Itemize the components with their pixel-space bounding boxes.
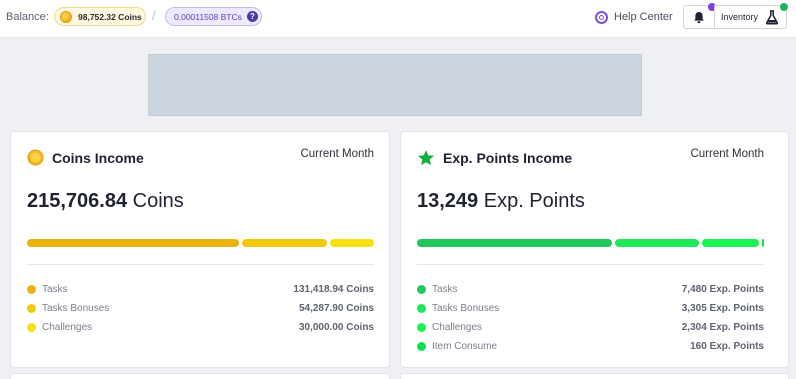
coins-income-card: Coins Income Current Month 215,706.84 Co… xyxy=(10,131,390,368)
coins-balance-value: 98,752.32 Coins xyxy=(78,11,142,22)
exp-progress-bar xyxy=(417,239,764,247)
row-label: Challenges xyxy=(42,322,93,333)
list-item: Tasks 7,480 Exp. Points xyxy=(417,280,764,299)
exp-bar-segment-item-consume xyxy=(762,239,764,247)
exp-period-label: Current Month xyxy=(690,148,764,160)
coins-total-value: 215,706.84 xyxy=(27,190,128,212)
lifebuoy-icon xyxy=(595,10,608,24)
next-card-edge xyxy=(10,373,390,379)
coins-bar-segment-bonuses xyxy=(242,239,327,247)
inventory-button[interactable]: Inventory xyxy=(714,5,787,29)
row-value: 2,304 Exp. Points xyxy=(681,322,764,333)
exp-total: 13,249 Exp. Points xyxy=(417,190,585,213)
row-label: Item Consume xyxy=(432,341,498,352)
inventory-badge xyxy=(780,3,788,11)
row-value: 30,000.00 Coins xyxy=(298,322,374,333)
top-bar: Balance: 98,752.32 Coins / 0.00011508 BT… xyxy=(0,0,796,38)
row-label: Tasks Bonuses xyxy=(432,303,500,314)
coins-progress-bar xyxy=(27,239,374,247)
help-center-link[interactable]: Help Center xyxy=(595,9,673,25)
row-value: 160 Exp. Points xyxy=(690,341,764,352)
bullet-dot xyxy=(417,285,426,294)
inventory-label: Inventory xyxy=(721,12,759,22)
star-icon xyxy=(418,150,434,166)
exp-bar-segment-challenges xyxy=(702,239,759,247)
exp-total-unit: Exp. Points xyxy=(483,190,585,212)
banner-placeholder xyxy=(148,54,642,116)
exp-income-card: Exp. Points Income Current Month 13,249 … xyxy=(400,131,789,368)
coins-total: 215,706.84 Coins xyxy=(27,190,184,213)
exp-total-value: 13,249 xyxy=(417,190,479,212)
list-item: Challenges 2,304 Exp. Points xyxy=(417,318,764,337)
row-label: Tasks xyxy=(42,284,68,295)
balance-label: Balance: xyxy=(6,11,49,23)
exp-breakdown-list: Tasks 7,480 Exp. Points Tasks Bonuses 3,… xyxy=(417,280,764,356)
coins-income-header: Coins Income xyxy=(27,149,144,166)
exp-bar-segment-tasks xyxy=(417,239,613,247)
coins-bar-segment-challenges xyxy=(330,239,374,247)
bullet-dot xyxy=(417,323,426,332)
coins-period-label: Current Month xyxy=(300,148,374,160)
list-item: Tasks 131,418.94 Coins xyxy=(27,280,374,299)
exp-income-title: Exp. Points Income xyxy=(443,150,573,166)
exp-bar-segment-bonuses xyxy=(615,239,700,247)
bullet-dot xyxy=(27,285,36,294)
coins-balance-pill[interactable]: 98,752.32 Coins xyxy=(54,7,146,26)
row-value: 3,305 Exp. Points xyxy=(681,303,764,314)
row-label: Tasks xyxy=(432,284,458,295)
row-label: Challenges xyxy=(432,322,483,333)
list-item: Tasks Bonuses 54,287.90 Coins xyxy=(27,299,374,318)
bullet-dot xyxy=(417,342,426,351)
row-value: 54,287.90 Coins xyxy=(298,303,374,314)
list-item: Tasks Bonuses 3,305 Exp. Points xyxy=(417,299,764,318)
question-icon[interactable]: ? xyxy=(246,11,258,22)
bullet-dot xyxy=(417,304,426,313)
help-center-label: Help Center xyxy=(614,11,673,23)
list-item: Item Consume 160 Exp. Points xyxy=(417,337,764,356)
list-item: Challenges 30,000.00 Coins xyxy=(27,318,374,337)
btc-balance-value: 0.00011508 BTCs xyxy=(174,11,242,22)
next-card-edge xyxy=(400,373,789,379)
coins-bar-segment-tasks xyxy=(27,239,239,247)
row-label: Tasks Bonuses xyxy=(42,303,110,314)
btc-balance-pill[interactable]: 0.00011508 BTCs ? xyxy=(165,7,262,26)
coins-divider xyxy=(27,264,374,265)
exp-divider xyxy=(417,264,764,265)
exp-income-header: Exp. Points Income xyxy=(417,149,572,167)
bell-icon xyxy=(694,11,704,23)
coins-income-title: Coins Income xyxy=(52,149,144,166)
coins-breakdown-list: Tasks 131,418.94 Coins Tasks Bonuses 54,… xyxy=(27,280,374,337)
bullet-dot xyxy=(27,304,36,313)
balance-separator: / xyxy=(152,8,156,23)
coins-total-unit: Coins xyxy=(132,190,184,212)
flask-icon xyxy=(765,10,779,25)
row-value: 131,418.94 Coins xyxy=(293,284,374,295)
bullet-dot xyxy=(27,323,36,332)
row-value: 7,480 Exp. Points xyxy=(681,284,764,295)
coin-icon xyxy=(27,149,44,166)
coin-icon xyxy=(60,10,72,23)
